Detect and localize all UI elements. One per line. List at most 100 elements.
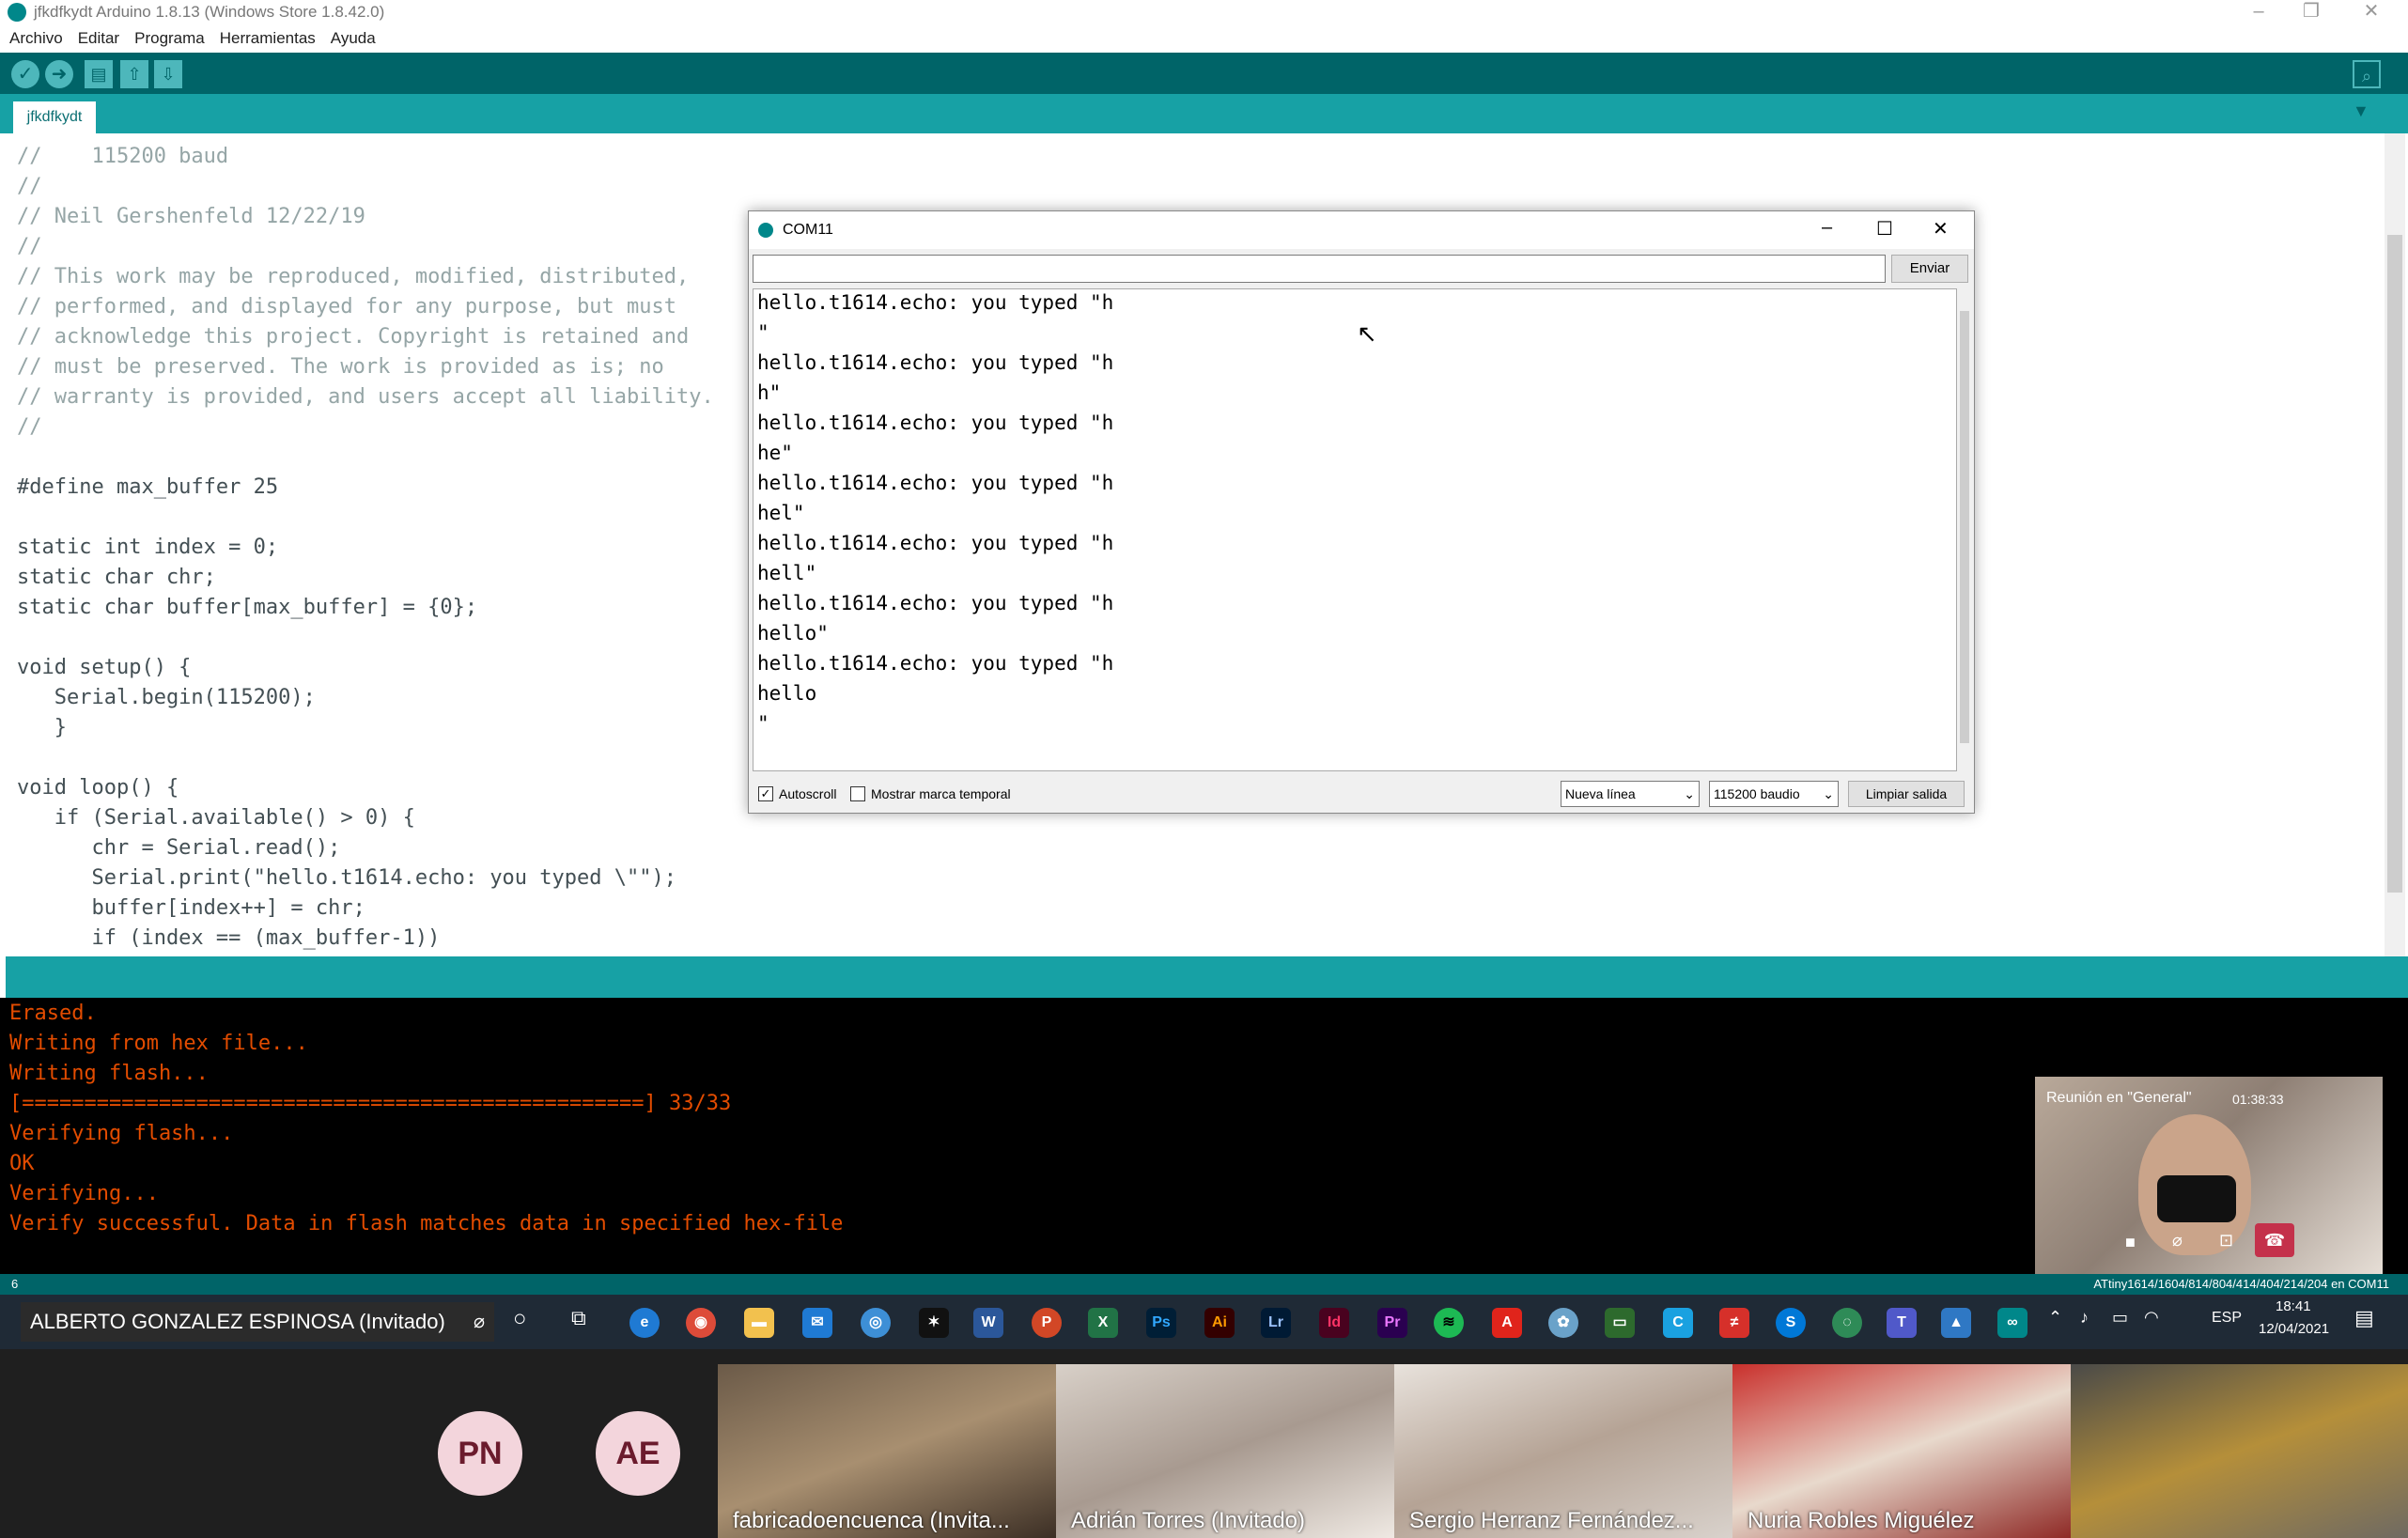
check-icon[interactable]: ✓ [11, 60, 39, 88]
meeting-mini-window[interactable]: Reunión en "General" 01:38:33 ■ ⌀ ⊡ ☎ [2035, 1077, 2383, 1274]
app-icon[interactable]: C [1663, 1308, 1693, 1338]
serial-scrollbar[interactable] [1957, 288, 1972, 771]
app-icon[interactable]: ✿ [1548, 1308, 1578, 1338]
menu-editar[interactable]: Editar [78, 29, 119, 48]
timestamp-label: Mostrar marca temporal [871, 786, 1011, 801]
mail-icon[interactable]: ✉ [802, 1308, 832, 1338]
word-icon[interactable]: W [973, 1308, 1003, 1338]
code-line: } [17, 716, 67, 739]
menu-programa[interactable]: Programa [134, 29, 205, 48]
send-button[interactable]: Enviar [1891, 255, 1968, 283]
minimize-button[interactable]: – [2240, 0, 2277, 24]
chevron-up-icon[interactable]: ⌃ [2048, 1308, 2062, 1328]
chrome-icon[interactable]: ◉ [686, 1308, 716, 1338]
arrow-down-icon[interactable]: ⇩ [154, 60, 182, 88]
illustrator-icon[interactable]: Ai [1204, 1308, 1235, 1338]
app-icon[interactable]: ≠ [1719, 1308, 1749, 1338]
clear-output-button[interactable]: Limpiar salida [1848, 781, 1965, 807]
tab-menu-chevron-icon[interactable]: ▼ [2353, 101, 2369, 121]
code-line: // warranty is provided, and users accep… [17, 385, 714, 409]
mic-off-icon[interactable]: ⌀ [474, 1302, 485, 1342]
bottom-status-bar: 6 ATtiny1614/1604/814/804/414/404/214/20… [0, 1274, 2408, 1295]
code-line: // [17, 175, 42, 198]
tab-sketch[interactable]: jfkdfkydt [13, 101, 96, 133]
participant-tile[interactable]: fabricadoencuenca (Invita... [718, 1364, 1056, 1538]
serial-titlebar: COM11 – ☐ ✕ [749, 211, 1974, 249]
powerpoint-icon[interactable]: P [1032, 1308, 1062, 1338]
autoscroll-label: Autoscroll [779, 786, 837, 801]
maximize-button[interactable]: ☐ [1876, 217, 1893, 241]
indesign-icon[interactable]: Id [1319, 1308, 1349, 1338]
mic-off-icon[interactable]: ⌀ [2172, 1231, 2183, 1251]
code-line: static char chr; [17, 566, 216, 589]
menu-bar: Archivo Editar Programa Herramientas Ayu… [0, 24, 2408, 53]
arrow-up-icon[interactable]: ⇧ [120, 60, 148, 88]
edge-icon[interactable]: e [629, 1308, 660, 1338]
task-view-icon[interactable]: ⧉ [571, 1306, 586, 1330]
participant-tile[interactable]: Nuria Robles Miguélez [1732, 1364, 2071, 1538]
app-icon[interactable]: ▭ [1605, 1308, 1635, 1338]
participant-tile[interactable]: Adrián Torres (Invitado) [1056, 1364, 1394, 1538]
participant-tile[interactable] [2071, 1364, 2408, 1538]
avatar[interactable]: AE [596, 1411, 680, 1496]
serial-send-input[interactable] [753, 255, 1886, 283]
chevron-down-icon: ⌄ [1823, 786, 1834, 801]
premiere-icon[interactable]: Pr [1377, 1308, 1407, 1338]
magnifier-icon[interactable]: ⌕ [2353, 60, 2381, 88]
code-line: Serial.begin(115200); [17, 686, 316, 709]
close-button[interactable]: ✕ [1933, 217, 1949, 241]
app-icon[interactable]: ◎ [861, 1308, 891, 1338]
minimize-button[interactable]: – [1822, 217, 1832, 239]
arduino-logo-icon [758, 223, 773, 238]
spotify-icon[interactable]: ≋ [1434, 1308, 1464, 1338]
serial-line: hello.t1614.echo: you typed "h [757, 351, 1114, 374]
acrobat-icon[interactable]: A [1492, 1308, 1522, 1338]
cortana-icon[interactable]: ○ [513, 1306, 527, 1332]
code-line: // [17, 235, 42, 258]
line-ending-select[interactable]: Nueva línea ⌄ [1561, 781, 1700, 807]
timestamp-checkbox[interactable] [850, 786, 865, 801]
serial-line: hello" [757, 622, 829, 645]
menu-ayuda[interactable]: Ayuda [331, 29, 376, 48]
photos-icon[interactable]: ▲ [1941, 1308, 1971, 1338]
wifi-icon[interactable]: ◠ [2144, 1308, 2159, 1328]
serial-monitor-window: COM11 – ☐ ✕ Enviar hello.t1614.echo: you… [748, 210, 1975, 814]
app-icon[interactable]: ◌ [1832, 1308, 1862, 1338]
restore-button[interactable]: ❐ [2292, 0, 2330, 24]
autoscroll-checkbox[interactable]: ✓ [758, 786, 773, 801]
serial-output[interactable]: hello.t1614.echo: you typed "h " hello.t… [753, 288, 1957, 771]
share-icon[interactable]: ⊡ [2219, 1231, 2233, 1251]
hang-up-icon[interactable]: ☎ [2255, 1223, 2294, 1257]
window-titlebar: jfkdfkydt Arduino 1.8.13 (Windows Store … [0, 0, 2408, 24]
menu-herramientas[interactable]: Herramientas [220, 29, 316, 48]
language-indicator[interactable]: ESP [2212, 1310, 2242, 1327]
arrow-right-icon[interactable]: ➜ [45, 60, 73, 88]
camera-icon[interactable]: ■ [2125, 1233, 2136, 1252]
battery-icon[interactable]: ▭ [2112, 1308, 2128, 1328]
teams-icon[interactable]: T [1887, 1308, 1917, 1338]
lightroom-icon[interactable]: Lr [1261, 1308, 1291, 1338]
arduino-taskbar-icon[interactable]: ∞ [1997, 1308, 2027, 1338]
window-title: jfkdfkydt Arduino 1.8.13 (Windows Store … [34, 3, 385, 21]
code-line: // [17, 415, 42, 439]
presenter-name: ALBERTO GONZALEZ ESPINOSA (Invitado) [30, 1310, 445, 1333]
baud-select[interactable]: 115200 baudio ⌄ [1709, 781, 1839, 807]
notifications-icon[interactable]: ▤ [2354, 1306, 2374, 1330]
menu-archivo[interactable]: Archivo [9, 29, 63, 48]
tab-bar: ▼ [0, 94, 2408, 133]
editor-scroll-thumb[interactable] [2387, 235, 2402, 893]
console-line: [=======================================… [9, 1092, 732, 1115]
serial-scroll-thumb[interactable] [1960, 311, 1969, 743]
mouse-cursor-icon: ↖ [1357, 319, 1377, 348]
skype-icon[interactable]: S [1776, 1308, 1806, 1338]
volume-icon[interactable]: ♪ [2080, 1308, 2089, 1328]
participant-tile[interactable]: Sergio Herranz Fernández... [1394, 1364, 1732, 1538]
excel-icon[interactable]: X [1088, 1308, 1118, 1338]
new-file-icon[interactable]: ▤ [85, 60, 113, 88]
serial-line: hello.t1614.echo: you typed "h [757, 652, 1114, 675]
close-button[interactable]: ✕ [2353, 0, 2390, 24]
photoshop-icon[interactable]: Ps [1146, 1308, 1176, 1338]
avatar[interactable]: PN [438, 1411, 522, 1496]
app-icon[interactable]: ✶ [919, 1308, 949, 1338]
file-explorer-icon[interactable]: ▬ [744, 1308, 774, 1338]
